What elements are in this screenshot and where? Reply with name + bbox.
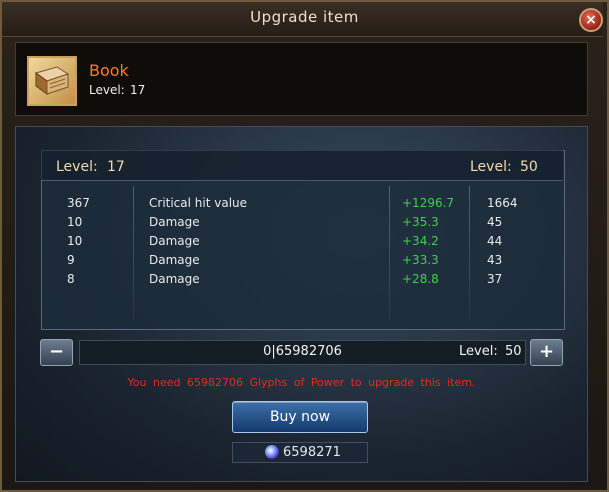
close-button[interactable]: × <box>579 8 603 32</box>
stat-base-value: 8 <box>67 272 75 286</box>
slider-level-label: Level: <box>459 344 498 359</box>
item-level-value: 17 <box>130 83 146 97</box>
close-icon: × <box>585 12 597 28</box>
book-icon <box>27 56 77 106</box>
stat-name: Critical hit value <box>149 196 248 210</box>
current-level-value: 17 <box>107 159 125 175</box>
window-title: Upgrade item <box>250 8 359 26</box>
stat-bonus: +34.2 <box>402 234 439 248</box>
stat-result: 43 <box>487 253 503 267</box>
currency-balance-value: 6598271 <box>283 445 341 460</box>
stat-bonus: +35.3 <box>402 215 439 229</box>
stat-row: 8 Damage +28.8 37 <box>41 272 563 291</box>
buy-now-button[interactable]: Buy now <box>232 401 368 433</box>
stat-row: 9 Damage +33.3 43 <box>41 253 563 272</box>
stat-base-value: 10 <box>67 215 83 229</box>
stat-row: 10 Damage +34.2 44 <box>41 234 563 253</box>
stat-name: Damage <box>149 234 200 248</box>
requirement-warning: You need 65982706 Glyphs of Power to upg… <box>127 376 476 389</box>
stat-bonus: +28.8 <box>402 272 439 286</box>
current-level-label: Level: <box>56 159 98 175</box>
minus-icon: − <box>48 341 65 362</box>
stat-result: 45 <box>487 215 503 229</box>
item-level-label: Level: <box>89 83 125 97</box>
stat-name: Damage <box>149 215 200 229</box>
stat-result: 1664 <box>487 196 518 210</box>
stat-row: 367 Critical hit value +1296.7 1664 <box>41 196 563 215</box>
target-level-value: 50 <box>520 159 538 175</box>
stat-base-value: 9 <box>67 253 75 267</box>
glyph-of-power-icon <box>265 445 279 459</box>
stat-result: 37 <box>487 272 503 286</box>
stat-base-value: 10 <box>67 234 83 248</box>
stat-bonus: +1296.7 <box>402 196 455 210</box>
target-level-label: Level: <box>470 159 512 175</box>
plus-icon: + <box>538 341 555 362</box>
stat-base-value: 367 <box>67 196 90 210</box>
decrease-level-button[interactable]: − <box>40 339 73 366</box>
stat-bonus: +33.3 <box>402 253 439 267</box>
stat-name: Damage <box>149 272 200 286</box>
item-name: Book <box>89 61 129 80</box>
stat-result: 44 <box>487 234 503 248</box>
stat-row: 10 Damage +35.3 45 <box>41 215 563 234</box>
slider-level-value: 50 <box>505 344 522 359</box>
stat-name: Damage <box>149 253 200 267</box>
increase-level-button[interactable]: + <box>530 339 563 366</box>
